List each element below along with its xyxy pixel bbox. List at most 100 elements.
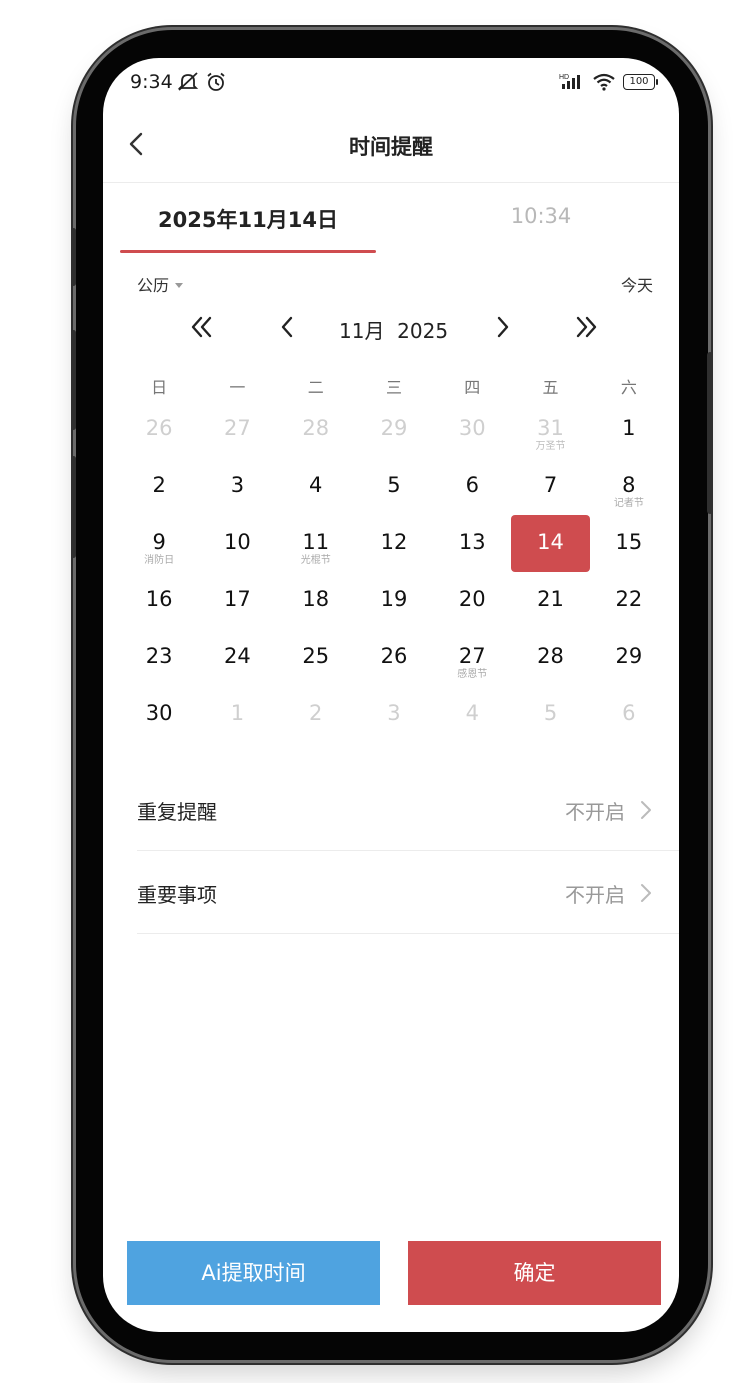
calendar-day[interactable]: 4 (277, 458, 355, 515)
status-bar: 9:34 HD 100 (103, 58, 679, 108)
weekday-header: 日 一 二 三 四 五 六 (120, 374, 668, 398)
calendar-day[interactable]: 1 (198, 686, 276, 743)
day-number: 11 (302, 530, 330, 554)
battery-icon: 100 (623, 74, 658, 90)
current-month-year: 11月 2025 (339, 315, 448, 344)
calendar-week-row: 9 消防日 10 11 光棍节 12 13 14 15 (120, 515, 668, 572)
app-screen: 9:34 HD 100 时间提醒 2025年11月14日 10:34 公历 今天… (103, 58, 679, 1332)
day-number: 27 (224, 416, 251, 440)
chevron-right-icon (641, 884, 651, 902)
prev-month-icon[interactable] (275, 314, 301, 340)
ai-extract-time-button[interactable]: Ai提取时间 (127, 1241, 380, 1305)
calendar-day[interactable]: 20 (433, 572, 511, 629)
current-month: 11月 (339, 319, 385, 343)
holiday-label: 光棍节 (300, 555, 331, 566)
calendar-day[interactable]: 19 (355, 572, 433, 629)
important-item-row[interactable]: 重要事项 不开启 (137, 851, 679, 934)
volume-up-button (71, 228, 76, 286)
calendar-day[interactable]: 9 消防日 (120, 515, 198, 572)
day-number: 5 (543, 701, 558, 725)
day-number: 30 (145, 701, 173, 725)
calendar-day[interactable]: 21 (511, 572, 589, 629)
page-title: 时间提醒 (349, 135, 433, 159)
calendar-day[interactable]: 7 (511, 458, 589, 515)
day-number: 15 (615, 530, 643, 554)
day-number: 6 (465, 473, 479, 497)
calendar-day[interactable]: 8 记者节 (590, 458, 668, 515)
calendar-day[interactable]: 27 感恩节 (433, 629, 511, 686)
action-bar: Ai提取时间 确定 (127, 1241, 661, 1305)
today-button[interactable]: 今天 (621, 272, 653, 296)
day-number: 3 (387, 701, 401, 725)
calendar-day[interactable]: 12 (355, 515, 433, 572)
day-number: 28 (302, 416, 330, 440)
tab-active-indicator (120, 250, 376, 253)
day-number: 31 (537, 416, 564, 440)
calendar-day[interactable]: 15 (590, 515, 668, 572)
day-number: 20 (458, 587, 486, 611)
next-month-icon[interactable] (489, 314, 515, 340)
day-number: 17 (224, 587, 251, 611)
alarm-clock-icon (207, 72, 225, 91)
day-number: 5 (387, 473, 401, 497)
calendar-day[interactable]: 27 (198, 401, 276, 458)
calendar-grid: 26 27 28 29 30 31 万圣节 1 2 3 4 5 6 7 8 记者节 9 消防日 10 11 光棍节 12 1… (120, 401, 668, 743)
power-button (707, 352, 713, 514)
calendar-day[interactable]: 18 (277, 572, 355, 629)
day-number: 30 (458, 416, 486, 440)
next-year-icon[interactable] (573, 314, 599, 340)
calendar-day[interactable]: 16 (120, 572, 198, 629)
calendar-day[interactable]: 2 (120, 458, 198, 515)
calendar-day[interactable]: 29 (590, 629, 668, 686)
calendar-day[interactable]: 1 (590, 401, 668, 458)
day-number: 24 (224, 644, 251, 668)
calendar-day[interactable]: 28 (511, 629, 589, 686)
calendar-day[interactable]: 30 (120, 686, 198, 743)
calendar-week-row: 26 27 28 29 30 31 万圣节 1 (120, 401, 668, 458)
calendar-day[interactable]: 11 光棍节 (277, 515, 355, 572)
calendar-day[interactable]: 3 (355, 686, 433, 743)
calendar-day[interactable]: 5 (355, 458, 433, 515)
calendar-day[interactable]: 5 (511, 686, 589, 743)
calendar-day[interactable]: 17 (198, 572, 276, 629)
weekday-label: 五 (542, 378, 559, 397)
calendar-day[interactable]: 26 (355, 629, 433, 686)
prev-year-icon[interactable] (189, 314, 215, 340)
calendar-day[interactable]: 24 (198, 629, 276, 686)
day-number: 29 (615, 644, 643, 668)
calendar-day[interactable]: 13 (433, 515, 511, 572)
calendar-day[interactable]: 31 万圣节 (511, 401, 589, 458)
day-number: 4 (309, 473, 323, 497)
calendar-day[interactable]: 30 (433, 401, 511, 458)
calendar-day[interactable]: 2 (277, 686, 355, 743)
day-number: 19 (380, 587, 408, 611)
calendar-day[interactable]: 25 (277, 629, 355, 686)
chevron-right-icon (641, 801, 651, 819)
calendar-day-selected[interactable]: 14 (511, 515, 590, 572)
calendar-day[interactable]: 26 (120, 401, 198, 458)
calendar-day[interactable]: 4 (433, 686, 511, 743)
calendar-week-row: 23 24 25 26 27 感恩节 28 29 (120, 629, 668, 686)
calendar-day[interactable]: 10 (198, 515, 276, 572)
day-number: 6 (622, 701, 636, 725)
day-number: 25 (302, 644, 330, 668)
repeat-reminder-row[interactable]: 重复提醒 不开启 (137, 768, 679, 851)
holiday-label: 记者节 (613, 498, 644, 509)
day-number: 2 (152, 473, 166, 497)
tab-date[interactable]: 2025年11月14日 (120, 204, 376, 234)
status-time: 9:34 (130, 71, 173, 93)
holiday-label: 万圣节 (535, 441, 566, 452)
calendar-day[interactable]: 6 (590, 686, 668, 743)
calendar-day[interactable]: 6 (433, 458, 511, 515)
confirm-button[interactable]: 确定 (408, 1241, 661, 1305)
calendar-mode-select[interactable]: 公历 (137, 272, 184, 296)
calendar-day[interactable]: 29 (355, 401, 433, 458)
calendar-day[interactable]: 23 (120, 629, 198, 686)
day-number: 2 (309, 701, 323, 725)
tab-time[interactable]: 10:34 (413, 204, 669, 228)
calendar-day[interactable]: 3 (198, 458, 276, 515)
calendar-day[interactable]: 22 (590, 572, 668, 629)
day-number: 26 (145, 416, 173, 440)
calendar-day[interactable]: 28 (277, 401, 355, 458)
calendar-week-row: 30 1 2 3 4 5 6 (120, 686, 668, 743)
